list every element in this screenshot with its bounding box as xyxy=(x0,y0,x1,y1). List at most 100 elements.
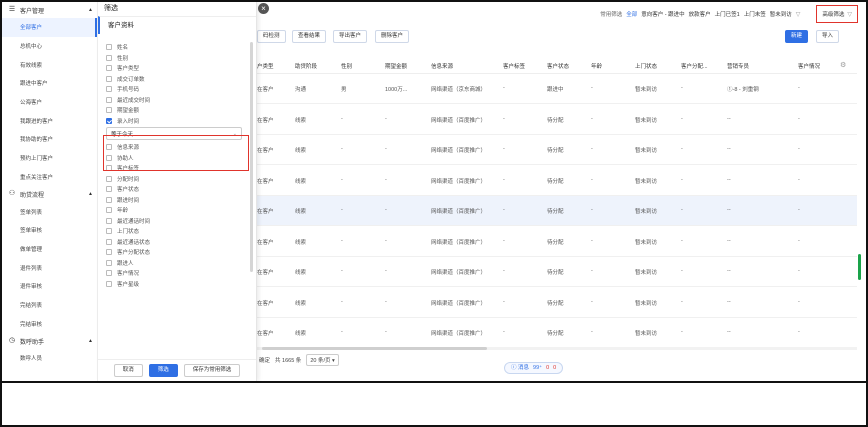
date-condition-select[interactable]: 等于今天 ⌄ xyxy=(106,127,242,140)
checkbox[interactable] xyxy=(106,228,112,235)
checkbox[interactable] xyxy=(106,238,112,245)
advanced-filter-button[interactable]: 高级筛选 ▽ xyxy=(816,5,858,23)
sidebar-item[interactable]: 签单列表 xyxy=(2,202,97,221)
column-header[interactable]: 上门状态 xyxy=(635,62,657,70)
export-customer-button[interactable]: 导出客户 xyxy=(333,30,368,43)
checkbox[interactable] xyxy=(106,65,112,72)
table-row[interactable]: 在客户 线索 - - 网络渠道（百度推广） - 待分配 - 暂未到访 - -- - xyxy=(257,196,857,226)
apply-filter-button[interactable]: 筛选 xyxy=(148,364,178,377)
checkbox[interactable] xyxy=(106,165,112,172)
column-header[interactable]: 性别 xyxy=(341,62,352,70)
checkbox[interactable] xyxy=(106,196,112,203)
table-row[interactable]: 在客户 线索 - - 网络渠道（百度推广） - 待分配 - 暂未到访 - -- - xyxy=(257,166,857,196)
checkbox[interactable] xyxy=(106,44,112,51)
filter-field-checkbox[interactable]: 跟进人 xyxy=(106,258,252,269)
filter-field-checkbox[interactable]: 客户类型 xyxy=(106,63,252,74)
cancel-button[interactable]: 取消 xyxy=(113,364,143,377)
checkbox[interactable] xyxy=(106,249,112,256)
filter-field-checkbox[interactable]: 年龄 xyxy=(106,205,252,216)
quick-filter-link[interactable]: 暂未到访 xyxy=(770,10,792,18)
filter-field-checkbox[interactable]: 手机号码 xyxy=(106,84,252,95)
filter-field-checkbox[interactable]: 客户状态 xyxy=(106,184,252,195)
quick-filter-link[interactable]: 上门已签1 xyxy=(715,10,740,18)
sidebar-item[interactable]: 全部客户 xyxy=(2,18,97,37)
table-row[interactable]: 在客户 沟通 男 1000万... 网络渠道（京东商城） - 跟进中 - 暂未到访 - ①-8 - … xyxy=(257,74,857,104)
filter-field-checkbox[interactable]: 最近通话状态 xyxy=(106,237,252,248)
sidebar-item[interactable]: 公海客户 xyxy=(2,93,97,112)
sidebar-item[interactable]: 退件列表 xyxy=(2,258,97,277)
column-header[interactable]: 户类型 xyxy=(257,62,274,70)
sidebar-group[interactable]: ⚇ 助贷流程 ▲ xyxy=(2,186,97,202)
filter-field-checkbox[interactable]: 客户星级 xyxy=(106,279,252,290)
checkbox[interactable] xyxy=(106,154,112,161)
horizontal-scrollbar[interactable] xyxy=(257,347,857,350)
new-button[interactable]: 新建 xyxy=(785,30,809,43)
column-header[interactable]: 信息来源 xyxy=(431,62,453,70)
sidebar-item[interactable]: 签单审核 xyxy=(2,221,97,240)
filter-field-checkbox[interactable]: 期望金额 xyxy=(106,105,252,116)
sidebar-item[interactable]: 完结审核 xyxy=(2,314,97,333)
checkbox[interactable] xyxy=(106,107,112,114)
filter-field-checkbox[interactable]: 性别 xyxy=(106,53,252,64)
table-row[interactable]: 在客户 线索 - - 网络渠道（百度推广） - 待分配 - 暂未到访 - -- - xyxy=(257,135,857,165)
filter-field-checkbox[interactable]: 上门状态 xyxy=(106,226,252,237)
pager-confirm[interactable]: 确定 xyxy=(259,356,270,364)
sidebar-item[interactable]: 数呼人员 xyxy=(2,349,97,368)
filter-scrollbar[interactable] xyxy=(250,42,253,272)
table-row[interactable]: 在客户 线索 - - 网络渠道（百度推广） - 待分配 - 暂未到访 - -- - xyxy=(257,227,857,257)
table-row[interactable]: 在客户 线索 - - 网络渠道（百度推广） - 待分配 - 暂未到访 - -- - xyxy=(257,105,857,135)
filter-field-checkbox[interactable]: 跟进时间 xyxy=(106,195,252,206)
quick-filter-all[interactable]: 全部 xyxy=(626,10,637,18)
column-header[interactable]: 期望金额 xyxy=(385,62,407,70)
sidebar-item[interactable]: 退件审核 xyxy=(2,277,97,296)
sidebar-item[interactable]: 跟进中客户 xyxy=(2,74,97,93)
sidebar-item[interactable]: 我跟进的客户 xyxy=(2,111,97,130)
column-header[interactable]: 客户状态 xyxy=(547,62,569,70)
filter-field-checkbox[interactable]: 分配时间 xyxy=(106,174,252,185)
checkbox[interactable] xyxy=(106,259,112,266)
filter-field-checkbox[interactable]: 客户分配状态 xyxy=(106,247,252,258)
checkbox[interactable] xyxy=(106,144,112,151)
quick-filter-link[interactable]: 意向客户 - 跟进中 xyxy=(641,10,684,18)
filter-field-checkbox[interactable]: 姓名 xyxy=(106,42,252,53)
quick-filter-link[interactable]: 放款客户 xyxy=(689,10,711,18)
sidebar-item[interactable]: 总机中心 xyxy=(2,37,97,56)
filter-field-checkbox[interactable]: 客户情况 xyxy=(106,268,252,279)
import-button[interactable]: 导入 xyxy=(816,30,840,43)
filter-field-checkbox[interactable]: 录入时间 xyxy=(106,116,252,127)
save-common-filter-button[interactable]: 保存为常用筛选 xyxy=(183,364,241,377)
close-icon[interactable]: × xyxy=(258,3,269,14)
delete-customer-button[interactable]: 删除客户 xyxy=(375,30,410,43)
checkbox[interactable] xyxy=(106,175,112,182)
checkbox[interactable] xyxy=(106,207,112,214)
horizontal-scroll-thumb[interactable] xyxy=(262,347,487,350)
page-size-select[interactable]: 20 条/页 ▾ xyxy=(306,354,339,366)
filter-field-checkbox[interactable]: 成交订单数 xyxy=(106,74,252,85)
sidebar-group[interactable]: ☰ 客户管理 ▲ xyxy=(2,2,97,18)
filter-field-checkbox[interactable]: 最近成交时间 xyxy=(106,95,252,106)
sidebar-item[interactable]: 做单管理 xyxy=(2,240,97,259)
gear-icon[interactable]: ⚙ xyxy=(840,61,846,69)
checkbox[interactable] xyxy=(106,96,112,103)
quick-filter-link[interactable]: 上门未签 xyxy=(744,10,766,18)
checkbox[interactable] xyxy=(106,270,112,277)
checkbox[interactable] xyxy=(106,280,112,287)
checkbox[interactable] xyxy=(106,86,112,93)
checkbox[interactable] xyxy=(106,75,112,82)
column-header[interactable]: 助贷阶段 xyxy=(295,62,317,70)
sidebar-item[interactable]: 我协助的客户 xyxy=(2,130,97,149)
checkbox[interactable] xyxy=(106,54,112,61)
column-header[interactable]: 年龄 xyxy=(591,62,602,70)
checkbox[interactable] xyxy=(106,217,112,224)
column-header[interactable]: 客户情况 xyxy=(798,62,820,70)
view-result-button[interactable]: 查看结果 xyxy=(292,30,327,43)
sidebar-item[interactable]: 有效线索 xyxy=(2,55,97,74)
column-header[interactable]: 客户分配... xyxy=(681,62,708,70)
sidebar-item[interactable]: 完结列表 xyxy=(2,296,97,315)
table-row[interactable]: 在客户 线索 - - 网络渠道（百度推广） - 待分配 - 暂未到访 - -- - xyxy=(257,318,857,348)
filter-field-checkbox[interactable]: 客户标签 xyxy=(106,163,252,174)
column-header[interactable]: 客户标签 xyxy=(503,62,525,70)
checkbox[interactable] xyxy=(106,117,112,124)
column-header[interactable]: 营销专员 xyxy=(727,62,749,70)
checkbox[interactable] xyxy=(106,186,112,193)
